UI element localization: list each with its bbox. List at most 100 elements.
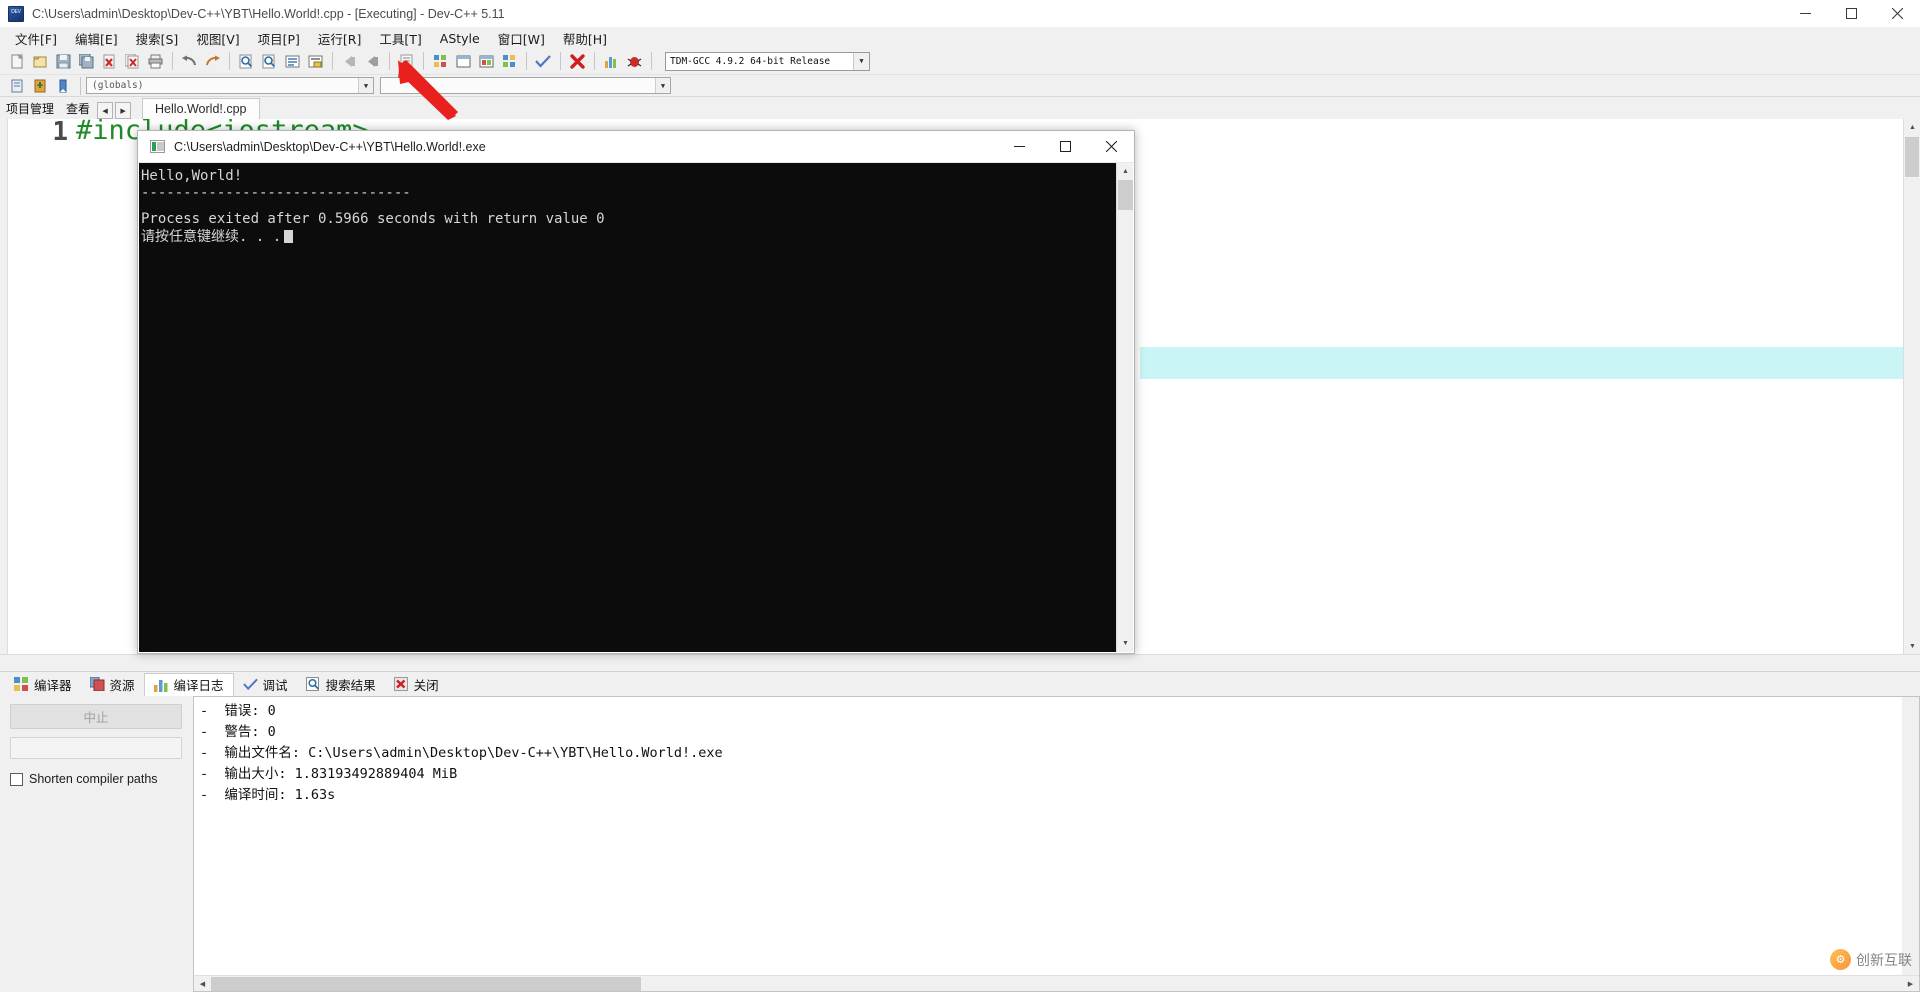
menu-item-run[interactable]: 运行[R] [309, 27, 370, 50]
scroll-left-icon[interactable]: ◀ [194, 976, 211, 992]
goto-bookmark-icon[interactable] [52, 75, 74, 97]
bottom-tab-compile-log[interactable]: 编译日志 [143, 672, 234, 696]
open-file-icon[interactable] [29, 50, 51, 72]
compiler-set-dropdown[interactable]: TDM-GCC 4.9.2 64-bit Release ▼ [665, 51, 870, 71]
editor-scroll-thumb[interactable] [1905, 137, 1919, 177]
compiler-set-value: TDM-GCC 4.9.2 64-bit Release [670, 55, 831, 67]
bottom-tab-close[interactable]: 关闭 [385, 673, 448, 696]
toggle-bookmark-icon[interactable] [29, 75, 51, 97]
menu-item-help[interactable]: 帮助[H] [554, 27, 616, 50]
console-line-4-text: 请按任意键继续. . . [141, 229, 282, 245]
console-minimize-button[interactable] [996, 131, 1042, 162]
compile-log-vertical-scrollbar[interactable] [1902, 697, 1919, 975]
rebuild-all-icon[interactable] [498, 50, 520, 72]
find-replace-icon[interactable] [258, 50, 280, 72]
bottom-tab-compiler-label: 编译器 [34, 677, 72, 693]
new-file-icon[interactable] [6, 50, 28, 72]
chevron-down-icon[interactable]: ▼ [655, 78, 670, 93]
tab-project-manager[interactable]: 项目管理 [0, 99, 61, 119]
bottom-tab-debug[interactable]: 调试 [234, 673, 297, 696]
compile-log-line-1: - 错误: 0 [200, 703, 276, 719]
console-line-1: Hello,World! [141, 168, 243, 184]
menu-item-file[interactable]: 文件[F] [6, 27, 66, 50]
console-vertical-scrollbar[interactable]: ▲ ▼ [1116, 163, 1133, 652]
bottom-tab-compiler[interactable]: 编译器 [5, 673, 81, 696]
toolbar-separator [80, 76, 81, 95]
minimize-button[interactable] [1782, 0, 1828, 28]
editor-file-tab[interactable]: Hello.World!.cpp [142, 98, 260, 119]
compile-controls-pane: 中止 Shorten compiler paths [0, 696, 193, 992]
print-icon[interactable] [144, 50, 166, 72]
shorten-compiler-paths-checkbox[interactable] [10, 772, 23, 786]
maximize-button[interactable] [1828, 0, 1874, 28]
insert-icon[interactable] [6, 75, 28, 97]
undo-icon[interactable] [178, 50, 200, 72]
console-window[interactable]: C:\Users\admin\Desktop\Dev-C++\YBT\Hello… [137, 130, 1135, 654]
scroll-down-icon[interactable]: ▼ [1117, 635, 1133, 652]
syntax-check-icon[interactable] [532, 50, 554, 72]
shorten-compiler-paths-label: Shorten compiler paths [29, 772, 158, 786]
close-red-icon [393, 677, 408, 691]
bottom-tab-search-results[interactable]: 搜索结果 [297, 673, 385, 696]
console-line-3: Process exited after 0.5966 seconds with… [141, 211, 605, 227]
panel-tab-row: 项目管理 查看 ◀ ▶ Hello.World!.cpp [0, 97, 1920, 119]
console-output-area[interactable]: Hello,World! ---------------------------… [139, 163, 1133, 652]
abort-button[interactable]: 中止 [10, 704, 182, 729]
globals-dropdown[interactable]: (globals) ▼ [86, 77, 374, 94]
close-button[interactable] [1874, 0, 1920, 28]
console-line-2: -------------------------------- [141, 185, 411, 201]
watermark: ⚙ 创新互联 [1830, 949, 1912, 970]
console-maximize-button[interactable] [1042, 131, 1088, 162]
chevron-down-icon[interactable]: ▼ [358, 78, 373, 93]
title-bar: C:\Users\admin\Desktop\Dev-C++\YBT\Hello… [0, 0, 1920, 28]
scroll-down-icon[interactable]: ▼ [1904, 638, 1920, 654]
goto-line-icon[interactable] [281, 50, 303, 72]
save-icon[interactable] [52, 50, 74, 72]
shorten-compiler-paths-row[interactable]: Shorten compiler paths [10, 772, 183, 786]
annotation-arrow-icon [398, 60, 458, 120]
tab-scroll-left-icon[interactable]: ◀ [97, 102, 114, 119]
menu-item-project[interactable]: 项目[P] [249, 27, 309, 50]
compile-log-line-2: - 警告: 0 [200, 724, 276, 740]
editor-horizontal-scrollbar[interactable] [0, 654, 1920, 670]
close-file-icon[interactable] [98, 50, 120, 72]
menu-item-view[interactable]: 视图[V] [187, 27, 248, 50]
chevron-down-icon[interactable]: ▼ [853, 52, 869, 70]
redo-icon[interactable] [201, 50, 223, 72]
compile-log-hscroll-thumb[interactable] [211, 977, 641, 991]
compile-log-pane[interactable]: - 错误: 0 - 警告: 0 - 输出文件名: C:\Users\admin\… [193, 696, 1920, 992]
save-all-icon[interactable] [75, 50, 97, 72]
bottom-tab-resource[interactable]: 资源 [81, 673, 144, 696]
scroll-up-icon[interactable]: ▲ [1904, 119, 1920, 135]
scroll-right-icon[interactable]: ▶ [1902, 976, 1919, 992]
bottom-tab-debug-label: 调试 [262, 677, 288, 693]
console-close-button[interactable] [1088, 131, 1134, 162]
compile-log-horizontal-scrollbar[interactable]: ◀ ▶ [194, 975, 1919, 991]
compile-log-icon [153, 679, 168, 692]
find-icon[interactable] [235, 50, 257, 72]
toolbar-separator [172, 52, 173, 70]
console-scroll-thumb[interactable] [1118, 180, 1133, 210]
stop-execution-icon[interactable] [566, 50, 588, 72]
compile-progress-bar [10, 737, 182, 759]
menu-item-tools[interactable]: 工具[T] [370, 27, 430, 50]
menu-item-search[interactable]: 搜索[S] [127, 27, 188, 50]
line-number: 1 [52, 119, 68, 147]
editor-vertical-scrollbar[interactable]: ▲ ▼ [1903, 119, 1920, 670]
tab-scroll-right-icon[interactable]: ▶ [115, 102, 132, 119]
console-title-text: C:\Users\admin\Desktop\Dev-C++\YBT\Hello… [174, 139, 486, 154]
menu-item-window[interactable]: 窗口[W] [489, 27, 554, 50]
profile-icon[interactable] [600, 50, 622, 72]
tab-view[interactable]: 查看 [60, 99, 96, 119]
debug-icon[interactable] [623, 50, 645, 72]
scroll-up-icon[interactable]: ▲ [1117, 163, 1133, 180]
close-all-icon[interactable] [121, 50, 143, 72]
menu-item-edit[interactable]: 编辑[E] [66, 27, 127, 50]
bottom-tab-resource-label: 资源 [109, 677, 135, 693]
back-icon[interactable] [338, 50, 360, 72]
compile-log-line-3: - 输出文件名: C:\Users\admin\Desktop\Dev-C++\… [200, 745, 723, 761]
menu-item-astyle[interactable]: AStyle [431, 29, 489, 48]
goto-function-icon[interactable] [304, 50, 326, 72]
compile-run-icon[interactable] [475, 50, 497, 72]
forward-icon[interactable] [361, 50, 383, 72]
